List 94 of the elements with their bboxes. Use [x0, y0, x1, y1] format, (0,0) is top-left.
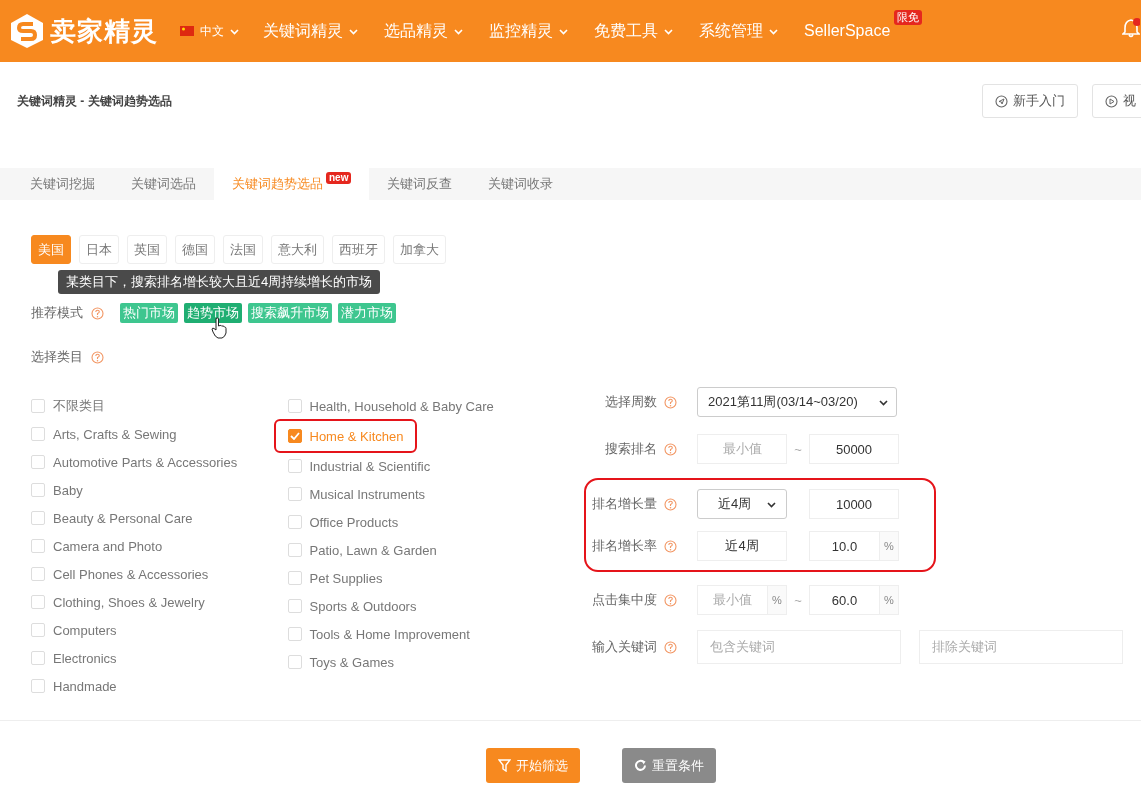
input-field[interactable]: 10000 [809, 489, 899, 519]
nav-menu-item[interactable]: 选品精灵 [384, 20, 463, 42]
input-field[interactable]: 10.0 % [809, 531, 899, 561]
filter-icon [497, 759, 511, 772]
input-field[interactable]: 包含关键词 [697, 630, 901, 664]
tab[interactable]: 关键词收录 [470, 168, 572, 200]
input-field[interactable]: 60.0 % [809, 585, 899, 615]
help-icon [664, 442, 677, 456]
market-button[interactable]: 德国 [175, 235, 215, 264]
check-icon [289, 432, 300, 440]
checkbox-label: Clothing, Shoes & Jewelry [53, 594, 205, 610]
unit-label: % [879, 586, 898, 614]
reset-button[interactable]: 重置条件 [621, 748, 716, 783]
help-icon [664, 497, 677, 511]
refresh-icon [633, 759, 647, 772]
help-icon [664, 640, 677, 654]
help-icon [664, 539, 677, 553]
checkbox-label: Electronics [53, 650, 117, 666]
filter-button[interactable]: 开始筛选 [485, 748, 580, 783]
range-separator: ~ [793, 592, 803, 608]
field-label: 排名增长量 [592, 495, 657, 513]
field-label: 推荐模式 [31, 304, 83, 322]
checkbox-label: Camera and Photo [53, 538, 163, 554]
checkbox[interactable] [287, 429, 302, 443]
checkbox-label: Arts, Crafts & Sewing [53, 426, 177, 442]
input-field[interactable]: 排除关键词 [919, 630, 1123, 664]
market-button[interactable]: 西班牙 [332, 235, 385, 264]
nav-menu-item[interactable]: 免费工具 [594, 20, 673, 42]
dropdown[interactable]: 2021第11周(03/14~03/20) [697, 387, 897, 417]
flag-icon [180, 26, 194, 36]
field-label: 选择周数 [605, 393, 657, 411]
checkbox-label: 不限类目 [53, 397, 105, 415]
nav-menu-item[interactable]: 系统管理 [699, 20, 778, 42]
field-label: 排名增长率 [592, 537, 657, 555]
market-button[interactable]: 英国 [127, 235, 167, 264]
brand-name: 卖家精灵 [50, 14, 158, 48]
tab[interactable]: 关键词挖掘 [12, 168, 113, 200]
help-icon [664, 395, 677, 409]
checkbox-label: Beauty & Personal Care [53, 510, 193, 526]
market-button[interactable]: 加拿大 [393, 235, 446, 264]
input-field[interactable]: 最小值 % [697, 585, 787, 615]
help-icon [91, 350, 104, 364]
checkbox-label: Sports & Outdoors [309, 598, 417, 614]
checkbox-label: Tools & Home Improvement [309, 626, 470, 642]
tab[interactable]: 关键词趋势选品 new [214, 168, 370, 200]
checkbox-label: Patio, Lawn & Garden [309, 542, 437, 558]
tooltip: 某类目下，搜索排名增长较大且近4周持续增长的市场 [58, 270, 381, 294]
market-button[interactable]: 法国 [223, 235, 263, 264]
hand-cursor-icon [211, 317, 227, 339]
checkbox-label: Baby [53, 482, 83, 498]
input-field[interactable]: 50000 [809, 434, 899, 464]
breadcrumb: 关键词精灵 - 关键词趋势选品 [17, 92, 172, 110]
input-field[interactable]: 近4周 [697, 531, 787, 561]
caret-icon [879, 398, 888, 406]
input-field[interactable]: 最小值 [697, 434, 787, 464]
checkbox-label: Pet Supplies [309, 570, 383, 586]
checkbox-label: Cell Phones & Accessories [53, 566, 209, 582]
checkbox-label: Handmade [53, 678, 117, 694]
compass-icon [995, 94, 1008, 108]
promo-badge: 限免 [894, 10, 923, 25]
range-separator: ~ [793, 441, 803, 457]
market-button[interactable]: 日本 [79, 235, 119, 264]
logo-icon [10, 13, 44, 49]
checkbox-label: Automotive Parts & Accessories [53, 454, 238, 470]
tab[interactable]: 关键词反查 [369, 168, 471, 200]
caret-icon [767, 500, 777, 508]
checkbox-label: Office Products [309, 514, 399, 530]
caret-icon [230, 27, 239, 35]
checkbox-label: Toys & Games [309, 654, 395, 670]
market-button[interactable]: 意大利 [271, 235, 324, 264]
nav-menu-item[interactable]: 关键词精灵 [263, 20, 358, 42]
unit-label: % [767, 586, 786, 614]
language-selector[interactable]: 中文 [180, 22, 239, 40]
dropdown[interactable]: 近4周 [697, 489, 787, 519]
checkbox-label: Computers [53, 622, 117, 638]
help-icon [91, 306, 104, 320]
market-button[interactable]: 美国 [31, 235, 71, 264]
tab[interactable]: 关键词选品 [113, 168, 214, 200]
checkbox-label: Health, Household & Baby Care [309, 398, 494, 414]
field-label: 输入关键词 [592, 638, 657, 656]
new-badge: new [326, 172, 352, 184]
field-label: 搜索排名 [605, 440, 657, 458]
unit-label: % [879, 532, 898, 560]
header-button[interactable]: 视 [1092, 84, 1141, 118]
field-label: 选择类目 [31, 348, 83, 366]
checkbox-label: Musical Instruments [309, 486, 426, 502]
checkbox-label: Industrial & Scientific [309, 458, 431, 474]
header-button[interactable]: 新手入门 [982, 84, 1078, 118]
play-icon [1105, 94, 1118, 108]
help-icon [664, 593, 677, 607]
checkbox-label: Home & Kitchen [309, 428, 404, 444]
nav-menu-item[interactable]: 监控精灵 [489, 20, 568, 42]
bell-icon [1122, 18, 1140, 38]
field-label: 点击集中度 [592, 591, 657, 609]
